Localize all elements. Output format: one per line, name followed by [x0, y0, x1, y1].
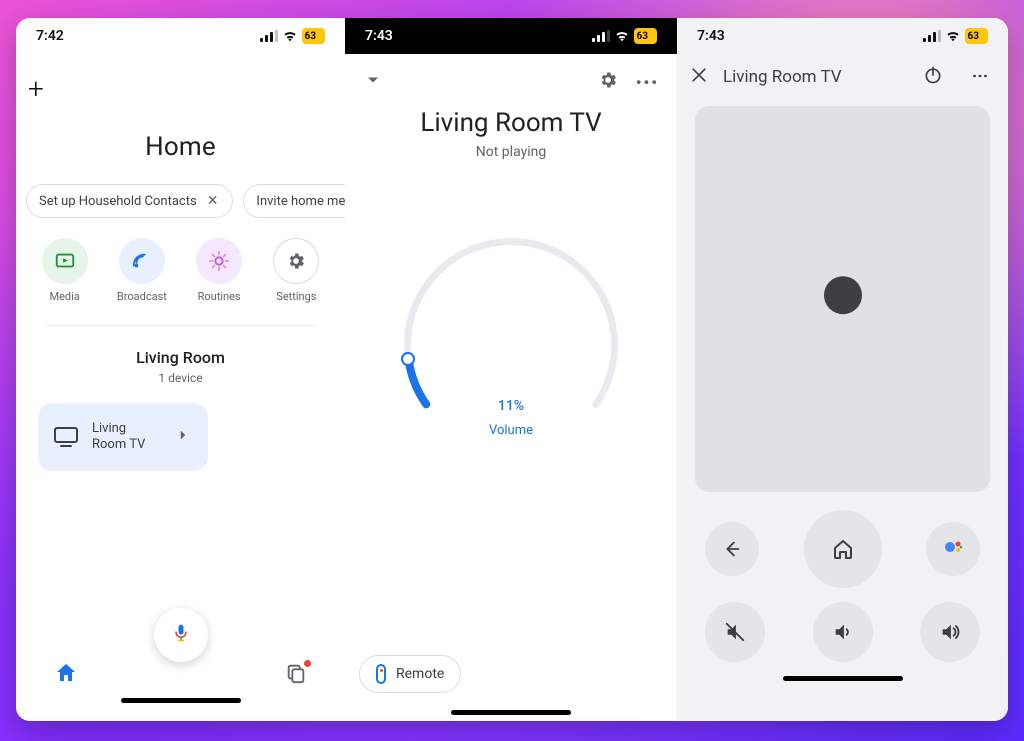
qa-label: Routines [198, 290, 241, 303]
qa-label: Settings [276, 290, 316, 303]
volume-dial[interactable]: 11% Volume [396, 230, 626, 460]
qa-broadcast[interactable]: Broadcast [106, 238, 178, 303]
home-screen: 7:42 63 + Home Set up Household Contacts… [16, 18, 345, 721]
cellular-icon [260, 30, 278, 42]
volume-down-button[interactable] [813, 602, 873, 662]
remote-screen: 7:43 63 Living Room TV ⋮ [677, 18, 1008, 721]
remote-trackpad[interactable] [695, 106, 990, 492]
more-vert-icon[interactable]: ⋮ [957, 68, 996, 86]
status-time: 7:42 [36, 28, 64, 44]
status-time: 7:43 [697, 28, 725, 44]
quick-actions: Media Broadcast Routines [16, 218, 345, 303]
wifi-icon [945, 28, 961, 44]
app-bar-title: Living Room TV [723, 67, 842, 87]
device-name: LivingRoom TV [92, 421, 145, 454]
power-icon[interactable] [923, 65, 943, 89]
device-title: Living Room TV [345, 108, 677, 138]
back-button[interactable] [705, 522, 759, 576]
status-bar: 7:42 63 [16, 18, 345, 54]
broadcast-icon [119, 238, 165, 284]
volume-label: Volume [396, 423, 626, 438]
chevron-right-icon [174, 426, 192, 448]
qa-label: Broadcast [117, 290, 167, 303]
trackpad-cursor [824, 276, 862, 314]
gear-icon[interactable] [598, 70, 618, 94]
mic-icon [171, 621, 191, 649]
gear-icon [273, 238, 319, 284]
playback-status: Not playing [345, 144, 677, 160]
battery-indicator: 63 [302, 28, 325, 44]
media-icon [42, 238, 88, 284]
room-device-count: 1 device [16, 371, 345, 385]
add-button[interactable]: + [28, 72, 44, 105]
status-bar: 7:43 63 [677, 18, 1008, 54]
remote-icon [376, 664, 386, 684]
open-remote-button[interactable]: Remote [359, 655, 461, 693]
home-indicator [121, 698, 241, 703]
home-indicator [451, 710, 571, 715]
battery-indicator: 63 [634, 28, 657, 44]
battery-indicator: 63 [965, 28, 988, 44]
qa-label: Media [49, 290, 79, 303]
cellular-icon [592, 30, 610, 42]
nav-home[interactable] [54, 661, 78, 689]
nav-feed[interactable] [285, 662, 307, 688]
assistant-button[interactable] [926, 522, 980, 576]
status-time: 7:43 [365, 28, 393, 44]
remote-label: Remote [396, 666, 444, 682]
wifi-icon [282, 28, 298, 44]
room-name: Living Room [16, 348, 345, 367]
status-bar: 7:43 63 [345, 18, 677, 54]
room-header: Living Room 1 device [16, 348, 345, 385]
page-title: Home [16, 132, 345, 162]
qa-settings[interactable]: Settings [260, 238, 332, 303]
voice-assistant-button[interactable] [154, 608, 208, 662]
chip-invite-members[interactable]: Invite home mem [243, 184, 345, 218]
assistant-icon [941, 535, 965, 563]
device-detail-screen: 7:43 63 [345, 18, 677, 721]
cellular-icon [923, 30, 941, 42]
close-icon[interactable] [689, 65, 709, 89]
app-bar: Living Room TV ⋮ [677, 54, 1008, 100]
volume-percent: 11% [396, 398, 626, 414]
home-indicator [783, 676, 903, 681]
chip-label: Set up Household Contacts [39, 194, 197, 209]
volume-up-button[interactable] [920, 602, 980, 662]
notification-dot-icon [304, 660, 311, 667]
close-icon[interactable]: ✕ [205, 191, 221, 211]
routines-icon [196, 238, 242, 284]
chevron-down-icon[interactable] [363, 70, 383, 94]
mute-button[interactable] [705, 602, 765, 662]
chip-label: Invite home mem [256, 194, 345, 209]
suggestion-chips: Set up Household Contacts ✕ Invite home … [16, 162, 345, 218]
divider [46, 325, 315, 326]
device-card-living-room-tv[interactable]: LivingRoom TV [38, 403, 208, 471]
chip-setup-contacts[interactable]: Set up Household Contacts ✕ [26, 184, 233, 218]
home-button[interactable] [804, 510, 882, 588]
qa-media[interactable]: Media [29, 238, 101, 303]
qa-routines[interactable]: Routines [183, 238, 255, 303]
volume-knob[interactable] [401, 352, 415, 366]
wifi-icon [614, 28, 630, 44]
more-icon[interactable]: ••• [636, 73, 659, 92]
tv-icon [54, 427, 78, 447]
